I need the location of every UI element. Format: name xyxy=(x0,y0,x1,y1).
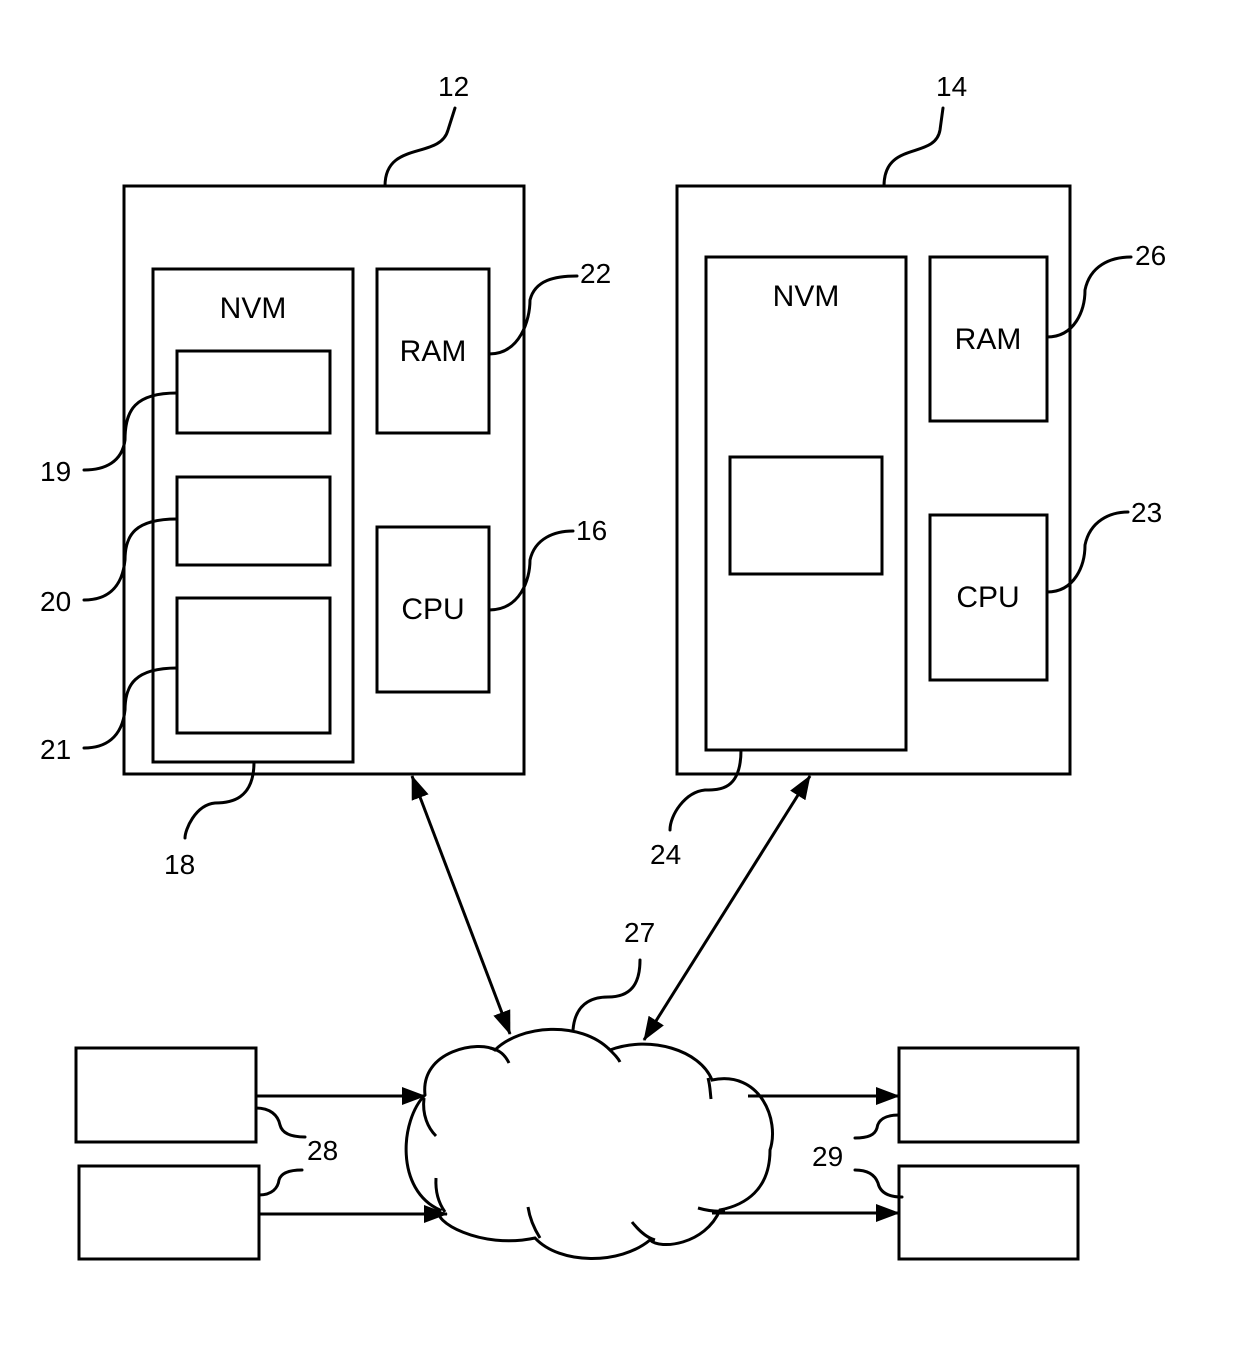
link-device-12-network xyxy=(410,775,512,1035)
ram-26: RAM xyxy=(928,255,1049,423)
cpu-23: CPU xyxy=(928,513,1049,682)
ram-22-label: RAM xyxy=(400,335,467,368)
sink-box-2 xyxy=(897,1164,1080,1261)
ref-22: 22 xyxy=(580,258,611,289)
block-20 xyxy=(175,475,332,567)
nvm-24: NVM xyxy=(704,255,908,752)
sink-box-1 xyxy=(897,1046,1080,1144)
device-14: 14 NVM 24 RAM 26 CPU 23 xyxy=(650,71,1166,870)
ref-19: 19 xyxy=(40,456,71,487)
ref-16: 16 xyxy=(576,515,607,546)
source-box-2 xyxy=(77,1164,261,1261)
ram-26-label: RAM xyxy=(955,323,1022,356)
ref-14: 14 xyxy=(936,71,967,102)
ref-21: 21 xyxy=(40,734,71,765)
cpu-16-label: CPU xyxy=(401,593,464,626)
ref-29: 29 xyxy=(812,1141,843,1172)
ref-24: 24 xyxy=(650,839,681,870)
ref-26: 26 xyxy=(1135,240,1166,271)
cpu-16: CPU xyxy=(375,525,491,694)
ref-23: 23 xyxy=(1131,497,1162,528)
link-device-14-network xyxy=(642,775,812,1041)
leader-27 xyxy=(571,958,642,1032)
leader-28b xyxy=(257,1168,304,1197)
ref-27: 27 xyxy=(624,917,655,948)
cloud-outline xyxy=(404,1027,775,1260)
leader-12 xyxy=(383,106,457,188)
ref-20: 20 xyxy=(40,586,71,617)
device-12: 12 NVM 19 20 21 18 RAM 22 CPU 16 xyxy=(40,71,611,880)
leader-14 xyxy=(882,106,945,188)
diagram-canvas: 12 NVM 19 20 21 18 RAM 22 CPU 16 14 NVM … xyxy=(40,71,1166,1261)
block-19 xyxy=(175,349,332,435)
nvm-24-block xyxy=(728,455,884,576)
leader-29b xyxy=(853,1168,904,1199)
network-cloud-27: 27 xyxy=(404,917,775,1260)
source-box-1 xyxy=(74,1046,258,1144)
nvm-18-label: NVM xyxy=(220,292,287,325)
ram-22: RAM xyxy=(375,267,491,435)
ref-12: 12 xyxy=(438,71,469,102)
ref-18: 18 xyxy=(164,849,195,880)
leader-28a xyxy=(254,1106,307,1139)
cpu-23-label: CPU xyxy=(956,581,1019,614)
nvm-18: NVM xyxy=(151,267,355,764)
sources-28: 28 xyxy=(74,1046,448,1261)
ref-28: 28 xyxy=(307,1135,338,1166)
nvm-24-label: NVM xyxy=(773,280,840,313)
leader-29a xyxy=(853,1113,901,1140)
block-21 xyxy=(175,596,332,735)
